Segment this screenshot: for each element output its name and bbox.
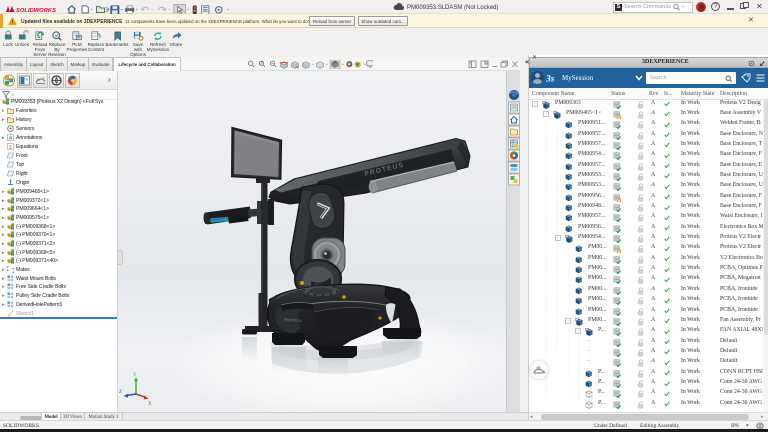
svg-text:X: X [148, 402, 152, 407]
svg-text:Z: Z [119, 390, 122, 395]
svg-text:Lock: Lock [3, 42, 13, 47]
svg-text:MySession: MySession [147, 47, 170, 52]
svg-text:!: ! [12, 20, 14, 25]
svg-text:Bookmarks: Bookmarks [106, 42, 130, 47]
svg-text:Content: Content [88, 47, 105, 52]
svg-text:Y: Y [133, 373, 137, 378]
svg-text:Share: Share [170, 42, 183, 47]
svg-text:Unlock: Unlock [15, 42, 30, 47]
svg-text:Properties: Properties [67, 47, 89, 52]
